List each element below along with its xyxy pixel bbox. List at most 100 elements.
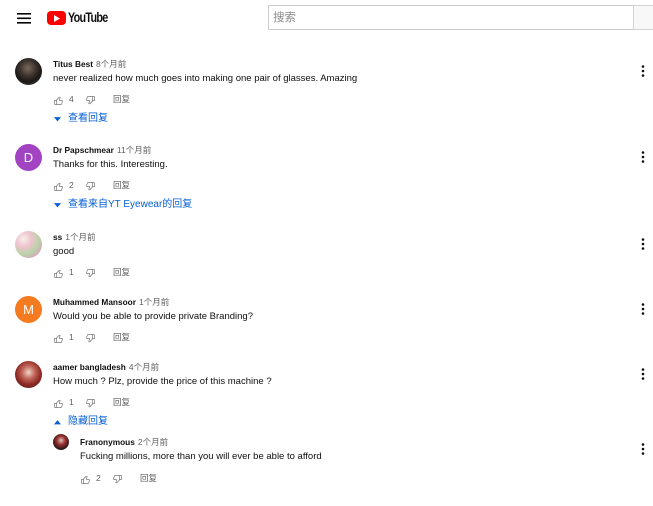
caret-down-icon xyxy=(54,117,61,122)
thumb-down-icon xyxy=(85,398,96,409)
reply-button[interactable]: 回复 xyxy=(140,471,157,485)
comment-menu-button[interactable] xyxy=(639,443,647,455)
comment-text: Fucking millions, more than you will eve… xyxy=(80,451,322,462)
hide-replies-button[interactable]: 隐藏回复 xyxy=(53,415,253,429)
comment-actions: 4 回复 xyxy=(53,92,173,106)
reply-button[interactable]: 回复 xyxy=(113,265,130,279)
dislike-button[interactable] xyxy=(85,331,96,343)
comment-text: good xyxy=(53,246,75,257)
comment-time[interactable]: 4个月前 xyxy=(129,362,159,372)
more-vert-icon xyxy=(641,443,645,455)
comment-author[interactable]: Titus Best xyxy=(53,59,93,69)
comment-author[interactable]: Franonymous xyxy=(80,437,135,447)
comment-actions: 1 回复 xyxy=(53,395,173,409)
comment-time[interactable]: 2个月前 xyxy=(138,437,168,447)
comment-author[interactable]: Dr Papschmear xyxy=(53,145,114,155)
reply-button[interactable]: 回复 xyxy=(113,330,130,344)
comment-actions: 2 回复 xyxy=(53,178,173,192)
like-count: 1 xyxy=(69,267,74,277)
logo-text: YouTube xyxy=(68,10,108,25)
comment-thread: D Dr Papschmear 11个月前 Thanks for this. In… xyxy=(0,142,653,214)
avatar[interactable] xyxy=(15,58,42,85)
comment-header: Titus Best 8个月前 xyxy=(53,56,126,70)
like-button[interactable] xyxy=(53,179,64,191)
more-vert-icon xyxy=(641,238,645,250)
caret-down-icon xyxy=(54,203,61,208)
more-vert-icon xyxy=(641,303,645,315)
dislike-button[interactable] xyxy=(85,396,96,408)
comment-thread: ss 1个月前 good 1 回复 xyxy=(0,229,653,301)
avatar[interactable]: D xyxy=(15,144,42,171)
reply-button[interactable]: 回复 xyxy=(113,395,130,409)
thumb-up-icon xyxy=(53,268,64,279)
like-button[interactable] xyxy=(53,396,64,408)
more-vert-icon xyxy=(641,151,645,163)
comment-time[interactable]: 11个月前 xyxy=(117,145,151,155)
replies-toggle-label: 查看回复 xyxy=(68,113,108,124)
view-replies-button[interactable]: 查看来自YT Eyewear的回复 xyxy=(53,198,253,212)
comment-actions: 1 回复 xyxy=(53,330,173,344)
comment-time[interactable]: 1个月前 xyxy=(65,232,95,242)
more-vert-icon xyxy=(641,368,645,380)
top-bar: YouTube xyxy=(0,0,653,37)
like-button[interactable] xyxy=(53,93,64,105)
comment-text: Would you be able to provide private Bra… xyxy=(53,311,253,322)
search-input[interactable] xyxy=(268,5,633,30)
replies-toggle-label: 查看来自YT Eyewear的回复 xyxy=(68,199,193,210)
like-button[interactable] xyxy=(80,472,91,484)
dislike-button[interactable] xyxy=(112,472,123,484)
thumb-up-icon xyxy=(53,333,64,344)
comment-author[interactable]: aamer bangladesh xyxy=(53,362,126,372)
caret-up-icon xyxy=(54,420,61,425)
youtube-logo[interactable]: YouTube xyxy=(47,10,111,26)
comment-thread: Titus Best 8个月前 never realized how much g… xyxy=(0,56,653,128)
dislike-button[interactable] xyxy=(85,266,96,278)
like-button[interactable] xyxy=(53,266,64,278)
thumb-up-icon xyxy=(53,95,64,106)
comment-menu-button[interactable] xyxy=(639,368,647,380)
avatar[interactable] xyxy=(53,434,69,450)
reply-button[interactable]: 回复 xyxy=(113,92,130,106)
like-button[interactable] xyxy=(53,331,64,343)
more-vert-icon xyxy=(641,65,645,77)
reply-button[interactable]: 回复 xyxy=(113,178,130,192)
comment-menu-button[interactable] xyxy=(639,303,647,315)
comment-thread: aamer bangladesh 4个月前 How much ? Plz, pro… xyxy=(0,359,653,431)
like-count: 1 xyxy=(69,397,74,407)
comment-menu-button[interactable] xyxy=(639,238,647,250)
replies-toggle-label: 隐藏回复 xyxy=(68,416,108,427)
comment-text: never realized how much goes into making… xyxy=(53,73,358,84)
thumb-up-icon xyxy=(53,398,64,409)
comment-author[interactable]: ss xyxy=(53,232,62,242)
comment-actions: 1 回复 xyxy=(53,265,173,279)
thumb-down-icon xyxy=(112,474,123,485)
avatar[interactable] xyxy=(15,231,42,258)
like-count: 2 xyxy=(96,473,101,483)
comment-header: Franonymous 2个月前 xyxy=(80,434,168,448)
comment-text: How much ? Plz, provide the price of thi… xyxy=(53,376,272,387)
comment-actions: 2 回复 xyxy=(80,471,200,485)
comment-author[interactable]: Muhammed Mansoor xyxy=(53,297,136,307)
comment-time[interactable]: 8个月前 xyxy=(96,59,126,69)
comment-thread: M Muhammed Mansoor 1个月前 Would you be able… xyxy=(0,294,653,366)
comment-menu-button[interactable] xyxy=(639,151,647,163)
view-replies-button[interactable]: 查看回复 xyxy=(53,112,253,126)
dislike-button[interactable] xyxy=(85,93,96,105)
comment-time[interactable]: 1个月前 xyxy=(139,297,169,307)
thumb-up-icon xyxy=(53,181,64,192)
avatar[interactable]: M xyxy=(15,296,42,323)
thumb-down-icon xyxy=(85,181,96,192)
search-button[interactable] xyxy=(633,5,653,30)
comment-reply: Franonymous 2个月前 Fucking millions, more t… xyxy=(0,434,653,506)
comment-header: Dr Papschmear 11个月前 xyxy=(53,142,151,156)
thumb-down-icon xyxy=(85,268,96,279)
dislike-button[interactable] xyxy=(85,179,96,191)
thumb-down-icon xyxy=(85,95,96,106)
avatar[interactable] xyxy=(15,361,42,388)
comment-menu-button[interactable] xyxy=(639,65,647,77)
comment-header: ss 1个月前 xyxy=(53,229,95,243)
like-count: 1 xyxy=(69,332,74,342)
guide-menu-button[interactable] xyxy=(16,11,32,25)
comment-header: aamer bangladesh 4个月前 xyxy=(53,359,159,373)
youtube-play-icon xyxy=(47,11,66,25)
